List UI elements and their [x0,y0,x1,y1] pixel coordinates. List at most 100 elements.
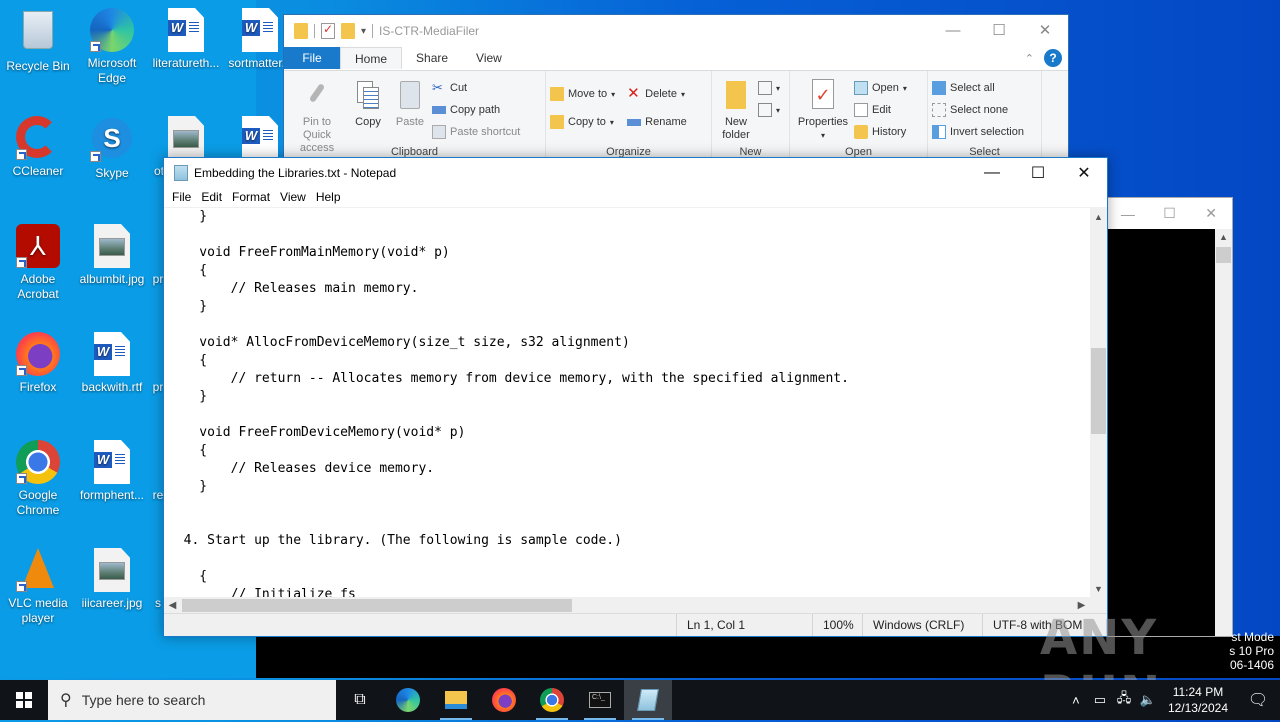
copy-to-button[interactable]: Copy to ▾ [550,113,619,131]
clock[interactable]: 11:24 PM 12/13/2024 [1160,684,1236,716]
minimize-button[interactable]: — [969,158,1015,187]
desktop-icon-word-file[interactable]: W formphent... [74,440,150,503]
vlc-icon [16,548,60,592]
taskbar-search[interactable]: ⚲ Type here to search [48,680,336,720]
easy-access-icon [758,103,772,117]
menu-help[interactable]: Help [311,190,346,204]
cmd-icon: C:\_ [589,692,611,708]
desktop-icon-image-file[interactable]: albumbit.jpg [74,224,150,287]
desktop-icon-edge[interactable]: Microsoft Edge [74,8,150,86]
tab-file[interactable]: File [284,47,340,69]
easy-access-button[interactable]: ▾ [758,101,784,119]
scrollbar-thumb[interactable] [182,599,572,612]
maximize-button[interactable]: ☐ [1015,158,1061,187]
text-editor[interactable]: } void FreeFromMainMemory(void* p) { // … [164,208,1090,597]
volume-icon[interactable]: 🔈 [1136,692,1160,708]
scroll-down-icon[interactable]: ▼ [1090,580,1107,597]
close-button[interactable]: ✕ [1022,15,1068,45]
properties-icon: ✓ [808,79,838,113]
network-icon[interactable]: 🖧 [1112,689,1136,711]
notifications-icon[interactable]: 🗨 [1236,690,1280,710]
taskbar-cmd[interactable]: C:\_ [576,680,624,720]
desktop-icon-word-file[interactable]: W backwith.rtf [74,332,150,395]
folder-icon [445,691,467,709]
line-ending: Windows (CRLF) [862,614,982,636]
tab-share[interactable]: Share [402,47,462,69]
image-file-icon [90,224,134,268]
collapse-ribbon-icon[interactable]: ⌃ [1025,52,1034,65]
select-group: Select all Select none Invert selection … [928,71,1042,159]
move-to-button[interactable]: Move to ▾ [550,85,619,103]
taskbar-chrome[interactable] [528,680,576,720]
cut-button[interactable]: ✂ Cut [432,79,524,97]
show-hidden-icons[interactable]: ˄ [1064,693,1088,708]
word-doc-icon: W [90,440,134,484]
horizontal-scrollbar[interactable]: ◀ ▶ [164,597,1090,614]
edit-button[interactable]: Edit [854,101,911,119]
console-scrollbar[interactable]: ▲ [1215,229,1232,636]
scroll-up-icon[interactable]: ▲ [1090,208,1107,225]
start-button[interactable] [0,680,48,720]
menu-view[interactable]: View [275,190,311,204]
minimize-button[interactable]: — [930,15,976,45]
chrome-icon [540,688,564,712]
menu-bar: File Edit Format View Help [164,187,1107,208]
desktop-icon-skype[interactable]: S Skype [74,116,150,181]
new-folder-quick-icon[interactable] [341,23,355,39]
desktop-icon-chrome[interactable]: Google Chrome [0,440,76,518]
select-all-button[interactable]: Select all [932,79,1028,97]
new-item-button[interactable]: ▾ [758,79,784,97]
taskbar-file-explorer[interactable] [432,680,480,720]
history-button[interactable]: History [854,123,911,141]
desktop-icon-acrobat[interactable]: ⅄ Adobe Acrobat [0,224,76,302]
notepad-window[interactable]: Embedding the Libraries.txt - Notepad — … [163,157,1108,637]
desktop-icon-word-file[interactable]: W literatureth... [148,8,224,71]
system-tray: ˄ ▭ 🖧 🔈 11:24 PM 12/13/2024 🗨 [1064,680,1280,720]
invert-selection-button[interactable]: Invert selection [932,123,1028,141]
close-button[interactable]: ✕ [1190,198,1232,229]
menu-file[interactable]: File [167,190,196,204]
open-group: ✓ Properties ▾ Open ▾ Edit History Open [790,71,928,159]
tab-view[interactable]: View [462,47,516,69]
maximize-button[interactable]: ☐ [976,15,1022,45]
rename-icon [627,118,642,126]
zoom-level: 100% [812,614,862,636]
menu-edit[interactable]: Edit [196,190,227,204]
desktop-icon-firefox[interactable]: Firefox [0,332,76,395]
tab-home[interactable]: Home [340,47,403,69]
desktop-icon-vlc[interactable]: VLC media player [0,548,76,626]
taskbar-edge[interactable] [384,680,432,720]
windows-logo-icon [16,692,32,708]
rename-button[interactable]: Rename [627,113,691,131]
camera-icon[interactable]: ▭ [1088,692,1112,708]
desktop-icon-ccleaner[interactable]: CCleaner [0,116,76,179]
paste-shortcut-button[interactable]: Paste shortcut [432,123,524,141]
taskbar-firefox[interactable] [480,680,528,720]
open-button[interactable]: Open ▾ [854,79,911,97]
properties-quick-icon[interactable] [321,22,335,39]
scrollbar-thumb[interactable] [1091,348,1106,434]
scroll-left-icon[interactable]: ◀ [164,597,181,614]
vertical-scrollbar[interactable]: ▲ ▼ [1090,208,1107,597]
scroll-up-icon[interactable]: ▲ [1215,229,1232,246]
edge-icon [90,8,134,52]
minimize-button[interactable]: — [1107,198,1149,229]
document-text[interactable]: } void FreeFromMainMemory(void* p) { // … [164,208,1090,597]
close-button[interactable]: ✕ [1061,158,1107,187]
copy-path-button[interactable]: Copy path [432,101,524,119]
notepad-titlebar[interactable]: Embedding the Libraries.txt - Notepad [164,158,1107,187]
desktop-icon-image-file[interactable]: iiicareer.jpg [74,548,150,611]
console-window[interactable]: — ☐ ✕ ▲ [1106,197,1233,637]
status-bar: Ln 1, Col 1 100% Windows (CRLF) UTF-8 wi… [164,613,1107,636]
menu-format[interactable]: Format [227,190,275,204]
delete-button[interactable]: ✕ Delete ▾ [627,85,691,103]
file-explorer-window[interactable]: ▾ IS-CTR-MediaFiler — ☐ ✕ File Home Shar… [283,14,1069,159]
new-group: New folder ▾ ▾ New [712,71,790,159]
help-icon[interactable]: ? [1044,49,1062,67]
taskbar-notepad[interactable] [624,680,672,720]
desktop-icon-recycle-bin[interactable]: Recycle Bin [0,8,76,74]
select-none-button[interactable]: Select none [932,101,1028,119]
task-view-button[interactable]: ⧉ [336,680,384,720]
customize-qat-icon[interactable]: ▾ [361,26,366,37]
maximize-button[interactable]: ☐ [1149,198,1191,229]
